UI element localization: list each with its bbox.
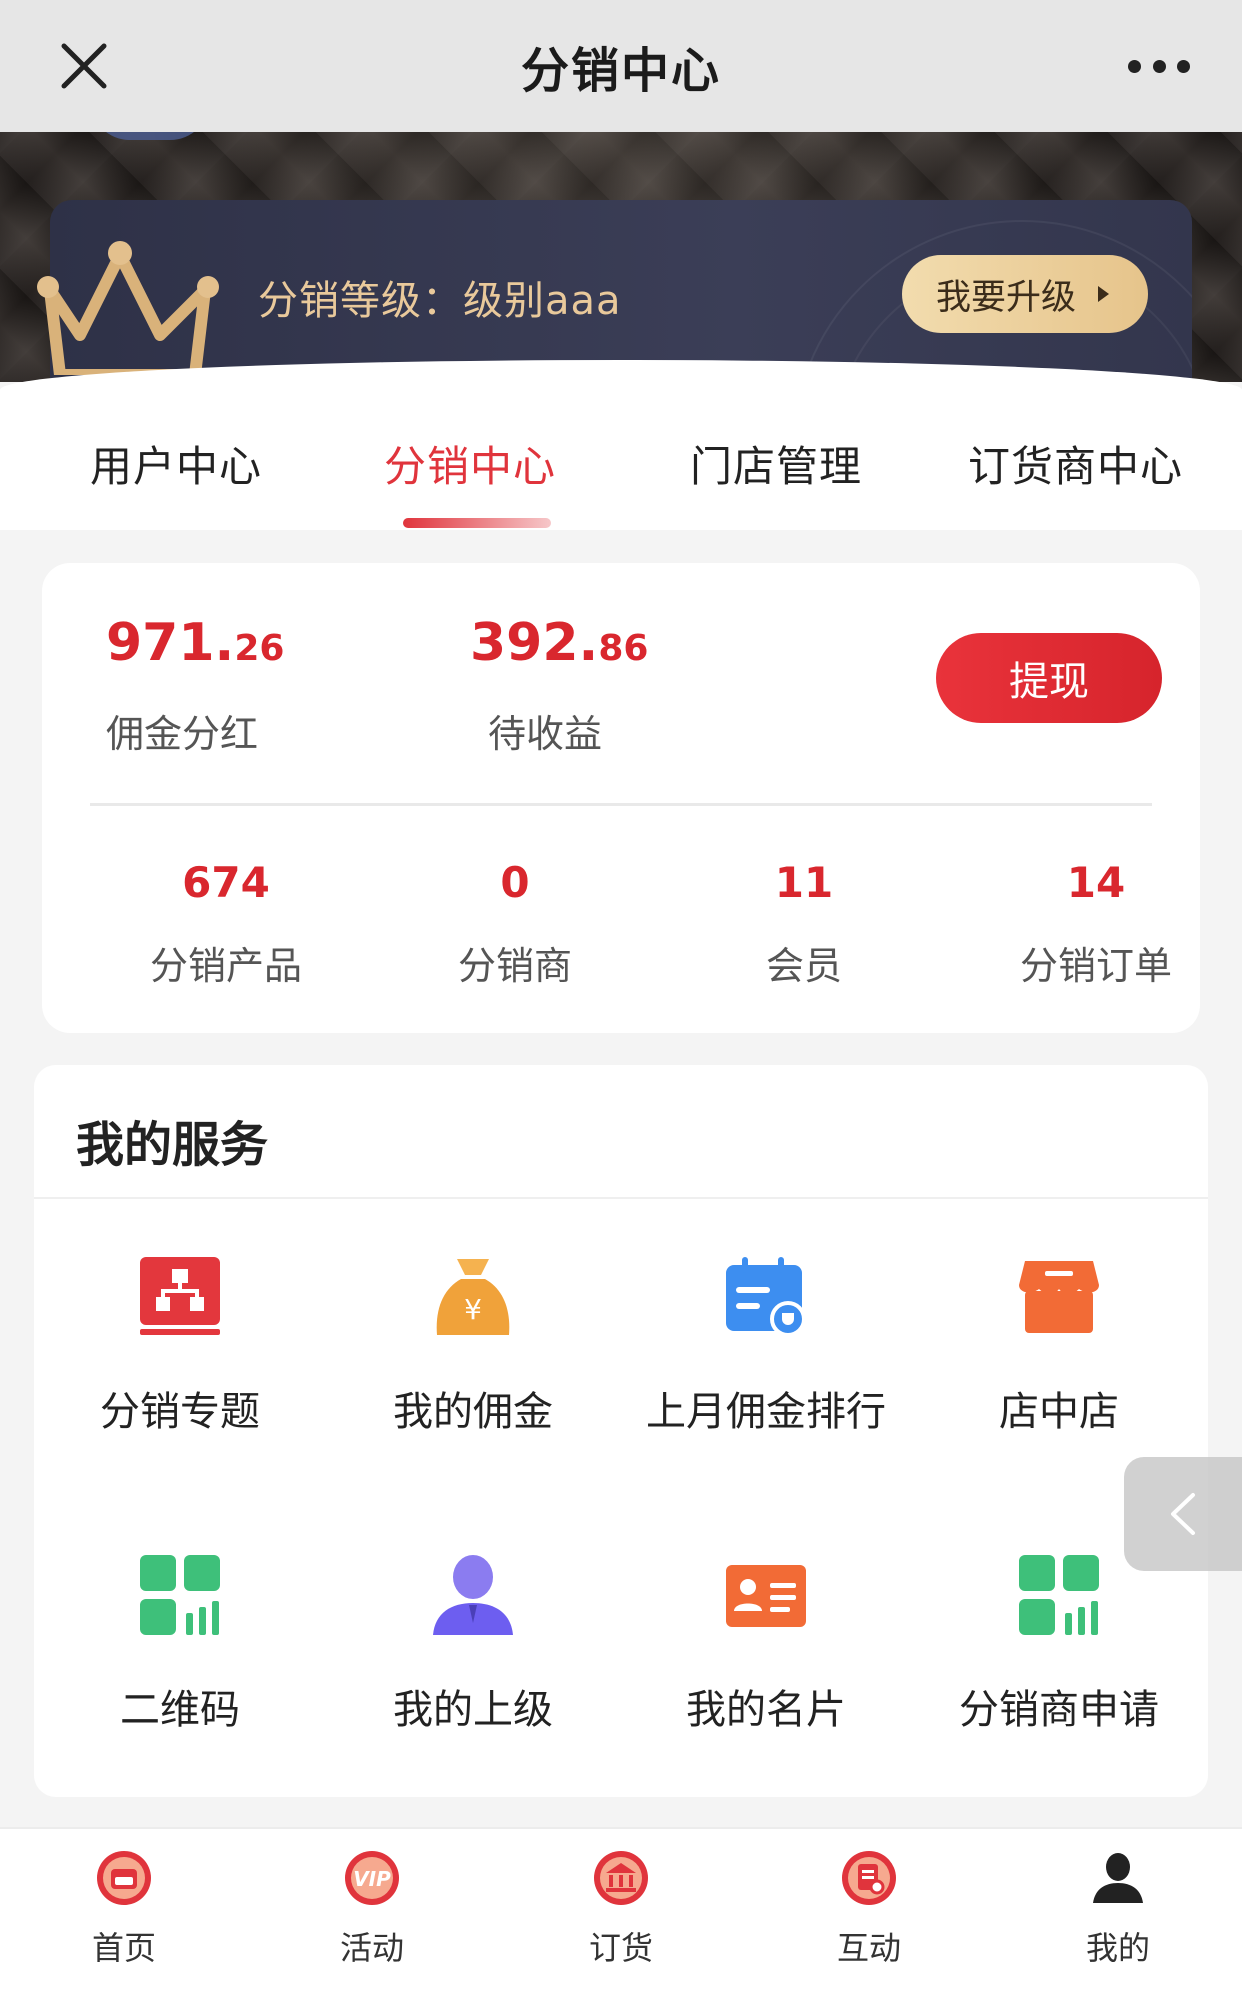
more-icon[interactable]	[1128, 56, 1190, 76]
service-label: 我的上级	[393, 1687, 553, 1733]
tab-distribution-center[interactable]: 分销中心	[384, 433, 556, 494]
tab-user-center[interactable]: 用户中心	[90, 433, 262, 494]
divider	[90, 803, 1152, 806]
commission-amount: 971.26	[106, 613, 285, 673]
tab-bar: 用户中心 分销中心 门店管理 订货商中心	[0, 370, 1242, 530]
apply-icon	[1019, 1555, 1099, 1635]
qrcode-icon	[140, 1555, 220, 1635]
count-products-label: 分销产品	[149, 944, 302, 988]
interact-icon	[842, 1851, 896, 1905]
service-my-superior[interactable]: 我的上级	[327, 1553, 619, 1735]
vip-icon: VIP	[345, 1851, 399, 1905]
count-orders-label: 分销订单	[1019, 944, 1172, 988]
service-label: 店中店	[999, 1389, 1119, 1435]
crown-icon	[37, 241, 219, 375]
nav-mine[interactable]: 我的	[1018, 1849, 1218, 1969]
commission-label: 佣金分红	[106, 712, 259, 756]
service-qrcode[interactable]: 二维码	[34, 1553, 326, 1735]
service-label: 上月佣金排行	[646, 1389, 886, 1435]
nav-home[interactable]: 首页	[24, 1849, 224, 1969]
service-label: 二维码	[120, 1687, 240, 1733]
nav-activity[interactable]: VIP 活动	[272, 1849, 472, 1969]
user-icon	[1093, 1853, 1143, 1903]
bottom-nav: 首页 VIP 活动 订货 互动 我的	[0, 1827, 1242, 1995]
person-icon	[433, 1555, 513, 1635]
storefront-icon	[1019, 1261, 1099, 1333]
nav-label: 活动	[339, 1929, 404, 1967]
service-label: 我的佣金	[393, 1389, 553, 1435]
service-my-commission[interactable]: ¥ 我的佣金	[327, 1255, 619, 1437]
count-members-label: 会员	[765, 944, 842, 988]
nav-label: 互动	[836, 1929, 901, 1967]
withdraw-button[interactable]: 提现	[936, 633, 1162, 723]
arrow-right-icon	[1098, 286, 1110, 302]
services-card: 我的服务 分销专题 ¥ 我的佣金 上月佣金排行 店中店 二维码 我的上级 我的名…	[34, 1065, 1208, 1797]
tab-dealer-center[interactable]: 订货商中心	[968, 433, 1183, 494]
pending-amount: 392.86	[470, 613, 649, 673]
pending-label: 待收益	[488, 712, 603, 756]
nav-label: 我的	[1085, 1929, 1150, 1967]
earnings-card: 971.26 佣金分红 392.86 待收益 提现 674 分销产品 0 分销商…	[42, 563, 1200, 1033]
nav-label: 订货	[588, 1929, 653, 1967]
distribution-level: 分销等级：级别aaa	[258, 278, 622, 324]
active-tab-indicator	[403, 518, 551, 528]
services-heading: 我的服务	[76, 1117, 269, 1173]
service-distributor-apply[interactable]: 分销商申请	[913, 1553, 1205, 1735]
side-drawer-toggle[interactable]	[1124, 1457, 1242, 1571]
upgrade-button[interactable]: 我要升级	[902, 255, 1148, 333]
svg-text:VIP: VIP	[353, 1867, 391, 1891]
bank-icon	[594, 1851, 648, 1905]
calendar-trophy-icon	[726, 1257, 806, 1337]
business-card-icon	[726, 1565, 806, 1627]
service-my-business-card[interactable]: 我的名片	[620, 1553, 912, 1735]
count-members[interactable]: 11	[674, 858, 934, 907]
service-label: 分销商申请	[959, 1687, 1159, 1733]
title-bar: 分销中心	[0, 0, 1242, 132]
upgrade-label: 我要升级	[936, 277, 1077, 318]
close-icon[interactable]	[58, 40, 110, 92]
home-icon	[97, 1851, 151, 1905]
service-distribution-topic[interactable]: 分销专题	[34, 1255, 326, 1437]
tab-store-management[interactable]: 门店管理	[690, 433, 862, 494]
count-distributors-label: 分销商	[457, 944, 572, 988]
nav-label: 首页	[91, 1929, 156, 1967]
svg-text:¥: ¥	[464, 1293, 482, 1326]
service-store-in-store[interactable]: 店中店	[913, 1255, 1205, 1437]
service-label: 分销专题	[100, 1389, 260, 1435]
page-title: 分销中心	[520, 43, 721, 99]
service-label: 我的名片	[686, 1687, 846, 1733]
count-products[interactable]: 674	[96, 858, 356, 907]
nav-interact[interactable]: 互动	[769, 1849, 969, 1969]
nav-order[interactable]: 订货	[521, 1849, 721, 1969]
org-chart-icon	[140, 1257, 220, 1335]
count-orders[interactable]: 14	[966, 858, 1226, 907]
count-distributors[interactable]: 0	[385, 858, 645, 907]
money-bag-icon: ¥	[436, 1259, 510, 1335]
divider	[34, 1197, 1208, 1199]
chevron-left-icon	[1171, 1493, 1195, 1535]
service-last-month-ranking[interactable]: 上月佣金排行	[620, 1255, 912, 1437]
